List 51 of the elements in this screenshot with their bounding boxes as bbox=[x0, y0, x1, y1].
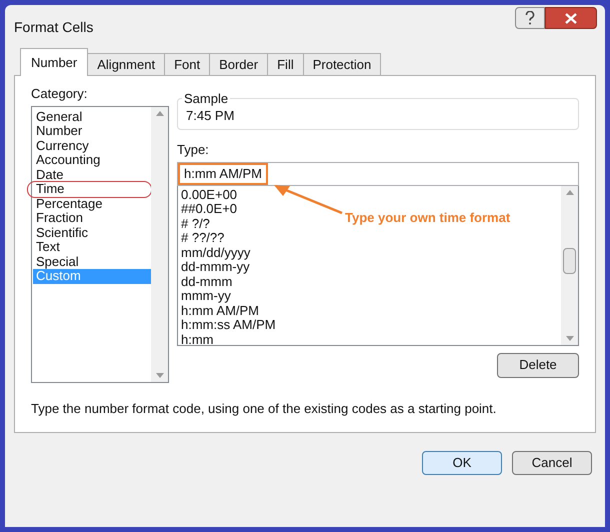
scrollbar[interactable] bbox=[151, 106, 168, 382]
format-item[interactable]: dd-mmm-yy bbox=[181, 260, 250, 274]
format-item[interactable]: mm/dd/yyyy bbox=[181, 246, 250, 260]
category-label: Category: bbox=[31, 85, 88, 103]
scroll-up-icon[interactable] bbox=[566, 190, 574, 194]
help-icon bbox=[525, 11, 535, 25]
category-item[interactable]: Fraction bbox=[33, 211, 151, 226]
scroll-up-icon[interactable] bbox=[156, 110, 164, 116]
category-item[interactable]: Time bbox=[28, 182, 151, 196]
category-item[interactable]: Currency bbox=[33, 138, 151, 153]
close-icon bbox=[565, 12, 577, 24]
category-item[interactable]: Special bbox=[33, 254, 151, 269]
scrollbar[interactable] bbox=[561, 186, 578, 344]
tab[interactable]: Border bbox=[209, 53, 268, 75]
format-item[interactable]: # ?/? bbox=[181, 216, 210, 231]
dialog-button[interactable]: Cancel bbox=[512, 451, 592, 475]
help-button[interactable] bbox=[515, 7, 545, 29]
format-item[interactable]: ##0.0E+0 bbox=[181, 202, 238, 216]
close-button[interactable] bbox=[545, 7, 597, 29]
category-item[interactable]: General bbox=[33, 110, 151, 124]
callout-arrow bbox=[272, 183, 344, 217]
format-item[interactable]: h:mm bbox=[181, 332, 214, 347]
sample-value: 7:45 PM bbox=[186, 107, 234, 126]
format-item[interactable]: # ??/?? bbox=[181, 231, 224, 246]
format-item[interactable]: h:mm AM/PM bbox=[181, 304, 260, 318]
category-item[interactable]: Date bbox=[33, 168, 151, 182]
tab[interactable]: Number bbox=[20, 48, 88, 76]
tab[interactable]: Font bbox=[164, 53, 210, 75]
tab[interactable]: Fill bbox=[267, 53, 304, 75]
format-item[interactable]: h:mm:ss AM/PM bbox=[181, 318, 276, 332]
type-field[interactable]: h:mm AM/PM bbox=[177, 162, 579, 186]
scroll-thumb[interactable] bbox=[563, 248, 576, 274]
type-value: h:mm AM/PM bbox=[178, 162, 268, 184]
tab[interactable]: Alignment bbox=[87, 53, 166, 75]
format-item[interactable]: dd-mmm bbox=[181, 274, 232, 289]
category-item[interactable]: Number bbox=[33, 124, 151, 138]
window-title: Format Cells bbox=[14, 18, 94, 37]
category-item[interactable]: Accounting bbox=[33, 153, 151, 168]
tab[interactable]: Protection bbox=[302, 53, 382, 75]
category-item[interactable]: Percentage bbox=[33, 196, 151, 211]
scroll-down-icon[interactable] bbox=[566, 336, 574, 340]
format-item[interactable]: mmm-yy bbox=[181, 289, 231, 304]
category-item[interactable]: Text bbox=[33, 240, 151, 254]
description-text: Type the number format code, using one of the existing codes as a starting point. bbox=[31, 400, 498, 418]
dialog-button[interactable]: OK bbox=[422, 451, 502, 475]
type-label: Type: bbox=[177, 141, 210, 159]
callout-text: Type your own time format bbox=[345, 209, 510, 227]
category-item[interactable]: Scientific bbox=[33, 226, 151, 240]
scroll-down-icon[interactable] bbox=[156, 372, 164, 378]
format-item[interactable]: 0.00E+00 bbox=[181, 188, 238, 202]
delete-button[interactable]: Delete bbox=[497, 352, 579, 378]
